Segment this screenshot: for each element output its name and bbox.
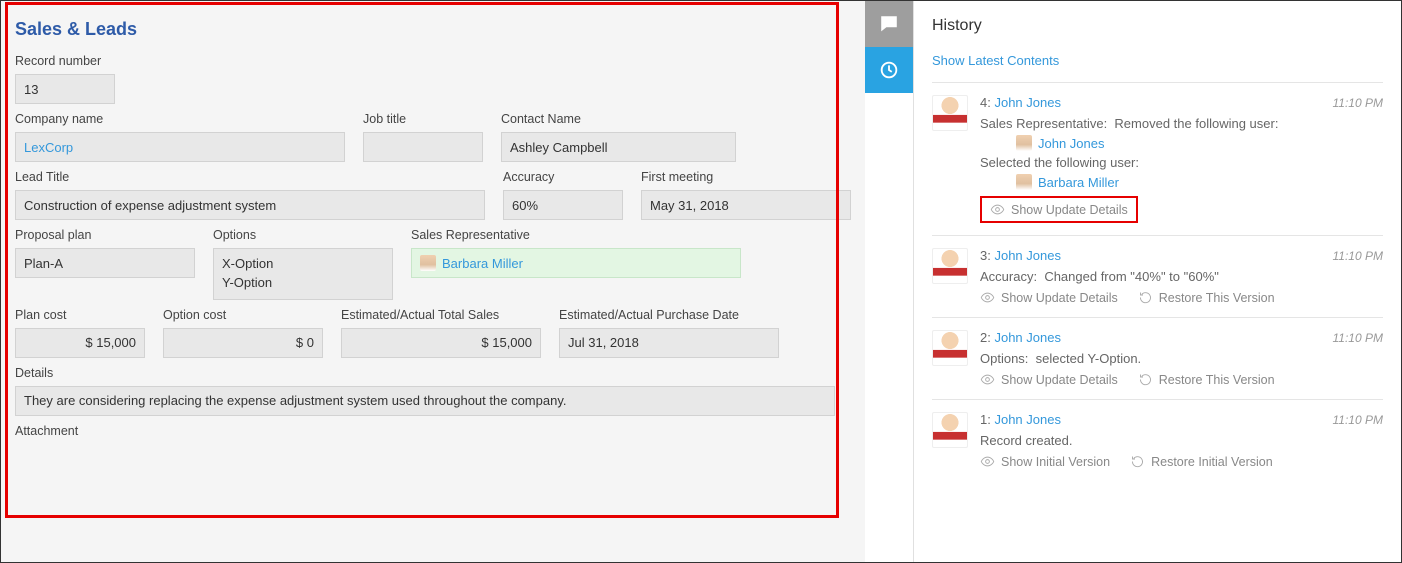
options-value: X-Option Y-Option — [213, 248, 393, 300]
est-total-value: $ 15,000 — [341, 328, 541, 358]
history-icon — [878, 59, 900, 81]
form-title: Sales & Leads — [15, 19, 851, 40]
est-date-value: Jul 31, 2018 — [559, 328, 779, 358]
company-name-value[interactable]: LexCorp — [15, 132, 345, 162]
entry-time: 11:10 PM — [1333, 249, 1383, 263]
restore-icon — [1130, 454, 1145, 469]
history-entry: 1: John Jones 11:10 PM Record created. S… — [932, 399, 1383, 481]
company-name-label: Company name — [15, 112, 345, 126]
restore-version-button[interactable]: Restore This Version — [1138, 290, 1275, 305]
entry-change: Changed from "40%" to "60%" — [1044, 269, 1219, 284]
entry-change: Record created. — [980, 433, 1383, 448]
show-update-details-button[interactable]: Show Update Details — [980, 372, 1118, 387]
entry-time: 11:10 PM — [1333, 331, 1383, 345]
restore-icon — [1138, 372, 1153, 387]
sales-rep-value[interactable]: Barbara Miller — [411, 248, 741, 278]
avatar-icon — [420, 255, 436, 271]
avatar-icon — [932, 412, 968, 448]
sales-rep-name: Barbara Miller — [442, 256, 523, 271]
option-1: Y-Option — [222, 274, 272, 293]
show-latest-link[interactable]: Show Latest Contents — [932, 53, 1059, 68]
entry-removed-label: Removed the following user: — [1114, 116, 1278, 131]
entry-change: selected Y-Option. — [1036, 351, 1142, 366]
form-panel: Sales & Leads Record number 13 Company n… — [1, 1, 865, 444]
record-number-label: Record number — [15, 54, 115, 68]
entry-field: Options: — [980, 351, 1028, 366]
history-entry: 2: John Jones 11:10 PM Options: selected… — [932, 317, 1383, 399]
restore-icon — [1138, 290, 1153, 305]
entry-field: Accuracy: — [980, 269, 1037, 284]
entry-user-link[interactable]: John Jones — [994, 330, 1061, 345]
plan-cost-label: Plan cost — [15, 308, 145, 322]
entry-num: 2: — [980, 330, 991, 345]
removed-user-link[interactable]: John Jones — [1038, 136, 1105, 151]
proposal-plan-value: Plan-A — [15, 248, 195, 278]
avatar-icon — [932, 330, 968, 366]
lead-title-value: Construction of expense adjustment syste… — [15, 190, 485, 220]
eye-icon — [980, 454, 995, 469]
show-update-details-button[interactable]: Show Update Details — [980, 196, 1138, 223]
first-meeting-label: First meeting — [641, 170, 851, 184]
tab-history[interactable] — [865, 47, 913, 93]
restore-initial-version-button[interactable]: Restore Initial Version — [1130, 454, 1273, 469]
selected-user-link[interactable]: Barbara Miller — [1038, 175, 1119, 190]
options-label: Options — [213, 228, 393, 242]
option-cost-label: Option cost — [163, 308, 323, 322]
first-meeting-value: May 31, 2018 — [641, 190, 851, 220]
history-title: History — [932, 17, 1383, 35]
tab-comments[interactable] — [865, 1, 913, 47]
comment-icon — [878, 13, 900, 35]
job-title-value — [363, 132, 483, 162]
details-value: They are considering replacing the expen… — [15, 386, 835, 416]
option-0: X-Option — [222, 255, 273, 274]
est-total-label: Estimated/Actual Total Sales — [341, 308, 541, 322]
entry-num: 4: — [980, 95, 991, 110]
eye-icon — [980, 290, 995, 305]
est-date-label: Estimated/Actual Purchase Date — [559, 308, 779, 322]
entry-time: 11:10 PM — [1333, 96, 1383, 110]
sales-rep-label: Sales Representative — [411, 228, 741, 242]
entry-field: Sales Representative: — [980, 116, 1107, 131]
eye-icon — [980, 372, 995, 387]
accuracy-value: 60% — [503, 190, 623, 220]
entry-time: 11:10 PM — [1333, 413, 1383, 427]
accuracy-label: Accuracy — [503, 170, 623, 184]
entry-user-link[interactable]: John Jones — [994, 412, 1061, 427]
details-label: Details — [15, 366, 835, 380]
contact-name-label: Contact Name — [501, 112, 736, 126]
history-entry: 4: John Jones 11:10 PM Sales Representat… — [932, 82, 1383, 235]
lead-title-label: Lead Title — [15, 170, 485, 184]
avatar-icon — [932, 248, 968, 284]
plan-cost-value: $ 15,000 — [15, 328, 145, 358]
side-tabs — [865, 1, 913, 562]
record-number-value: 13 — [15, 74, 115, 104]
entry-num: 1: — [980, 412, 991, 427]
entry-user-link[interactable]: John Jones — [994, 95, 1061, 110]
show-update-details-button[interactable]: Show Update Details — [980, 290, 1118, 305]
entry-num: 3: — [980, 248, 991, 263]
proposal-plan-label: Proposal plan — [15, 228, 195, 242]
avatar-icon — [1016, 174, 1032, 190]
job-title-label: Job title — [363, 112, 483, 126]
avatar-icon — [932, 95, 968, 131]
restore-version-button[interactable]: Restore This Version — [1138, 372, 1275, 387]
entry-selected-label: Selected the following user: — [980, 155, 1383, 170]
history-entry: 3: John Jones 11:10 PM Accuracy: Changed… — [932, 235, 1383, 317]
option-cost-value: $ 0 — [163, 328, 323, 358]
contact-name-value: Ashley Campbell — [501, 132, 736, 162]
avatar-icon — [1016, 135, 1032, 151]
attachment-label: Attachment — [15, 424, 835, 438]
entry-user-link[interactable]: John Jones — [994, 248, 1061, 263]
show-initial-version-button[interactable]: Show Initial Version — [980, 454, 1110, 469]
eye-icon — [990, 202, 1005, 217]
